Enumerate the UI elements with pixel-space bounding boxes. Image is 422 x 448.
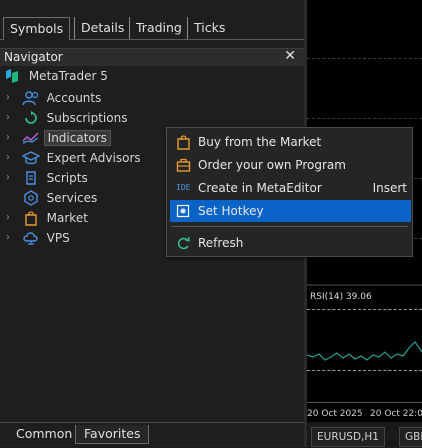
market-icon <box>22 210 40 226</box>
menu-item-buy-from-market[interactable]: Buy from the Market <box>167 131 412 153</box>
grid-line <box>307 118 422 119</box>
refresh-icon <box>176 235 191 251</box>
tree-root-metatrader[interactable]: MetaTrader 5 <box>4 68 108 86</box>
subscriptions-icon <box>22 110 40 126</box>
chevron-right-icon[interactable]: › <box>6 89 18 107</box>
tree-item-services[interactable]: Services <box>6 188 97 206</box>
rsi-indicator-label: RSI(14) 39.06 <box>310 292 372 302</box>
tree-item-subscriptions[interactable]: › Subscriptions <box>6 108 127 126</box>
vps-icon <box>22 230 40 246</box>
tab-trading[interactable]: Trading <box>129 17 188 39</box>
rsi-line <box>307 341 422 361</box>
rsi-level-30 <box>307 370 422 371</box>
grid-line <box>307 58 422 59</box>
context-menu: Buy from the Market Order your own Progr… <box>166 127 413 257</box>
time-axis: 20 Oct 2025 20 Oct 22:00 <box>307 402 422 423</box>
tree-item-label: Services <box>46 190 98 205</box>
tree-item-label: Accounts <box>46 90 102 105</box>
tab-details[interactable]: Details <box>74 17 130 39</box>
briefcase-icon <box>176 157 191 173</box>
menu-item-label: Create in MetaEditor <box>198 181 322 195</box>
time-label: 20 Oct 22:00 <box>370 409 422 419</box>
menu-item-label: Refresh <box>198 236 244 250</box>
time-label: 20 Oct 2025 <box>307 409 363 419</box>
menu-item-label: Buy from the Market <box>198 135 322 149</box>
tree-item-label: Indicators <box>43 129 111 146</box>
tab-ticks[interactable]: Ticks <box>187 17 231 39</box>
navigator-header: Navigator ✕ <box>0 48 304 66</box>
metatrader-logo-icon <box>4 68 22 84</box>
close-icon[interactable]: ✕ <box>284 48 296 64</box>
tree-item-label: Market <box>46 210 88 225</box>
menu-item-refresh[interactable]: Refresh <box>167 232 412 254</box>
navigator-bottom-tabs: Common Favorites <box>0 422 304 448</box>
menu-separator <box>171 226 408 227</box>
menu-item-order-program[interactable]: Order your own Program <box>167 154 412 176</box>
menu-item-label: Set Hotkey <box>198 204 264 218</box>
chart-symbol-tabs: EURUSD,H1 GBI <box>307 422 422 447</box>
tree-item-scripts[interactable]: › Scripts <box>6 168 88 186</box>
subwindow-separator[interactable] <box>307 284 422 286</box>
services-icon <box>22 189 40 206</box>
scripts-icon <box>22 170 40 186</box>
tree-item-vps[interactable]: › VPS <box>6 228 70 246</box>
hotkey-icon <box>176 203 191 219</box>
tree-item-accounts[interactable]: › Accounts <box>6 88 101 106</box>
tab-chart-gbp[interactable]: GBI <box>399 427 422 447</box>
menu-item-set-hotkey[interactable]: Set Hotkey <box>170 200 411 222</box>
navigator-title: Navigator <box>4 50 63 64</box>
tree-item-indicators[interactable]: › Indicators <box>6 128 111 146</box>
tab-common[interactable]: Common <box>8 425 80 443</box>
tab-symbols[interactable]: Symbols <box>3 17 71 40</box>
chevron-right-icon[interactable]: › <box>6 169 18 187</box>
menu-item-label: Order your own Program <box>198 158 346 172</box>
ide-icon: IDE <box>176 183 191 192</box>
menu-item-create-in-metaeditor[interactable]: IDE Create in MetaEditor Insert <box>167 177 412 199</box>
chevron-right-icon[interactable]: › <box>6 109 18 127</box>
chevron-right-icon[interactable]: › <box>6 149 18 167</box>
rsi-level-70 <box>307 309 422 310</box>
tree-item-label: Scripts <box>46 170 88 185</box>
tab-favorites[interactable]: Favorites <box>75 425 150 444</box>
menu-item-shortcut: Insert <box>372 181 407 195</box>
chevron-right-icon[interactable]: › <box>6 229 18 247</box>
tree-item-market[interactable]: › Market <box>6 208 88 226</box>
tab-chart-eurusd[interactable]: EURUSD,H1 <box>311 427 385 447</box>
tree-item-label: Subscriptions <box>46 110 128 125</box>
indicators-icon <box>22 130 40 146</box>
tree-root-label: MetaTrader 5 <box>28 69 108 83</box>
chevron-right-icon[interactable]: › <box>6 209 18 227</box>
market-watch-tabs: Symbols Details Trading Ticks <box>0 17 304 40</box>
chevron-right-icon[interactable]: › <box>6 129 18 147</box>
market-bag-icon <box>176 134 191 150</box>
expert-advisors-icon <box>21 150 41 166</box>
tree-item-label: Expert Advisors <box>46 150 141 165</box>
tree-item-expert-advisors[interactable]: › Expert Advisors <box>6 148 141 166</box>
tree-item-label: VPS <box>46 230 70 245</box>
accounts-icon <box>22 90 40 106</box>
